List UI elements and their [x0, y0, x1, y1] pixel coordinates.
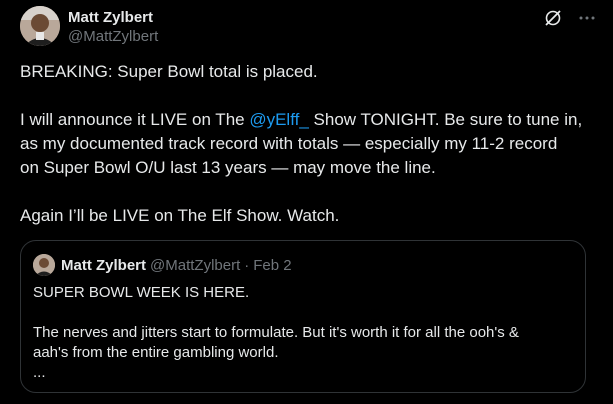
tweet: Matt Zylbert @MattZylbert BREAKING: Supe… [0, 0, 613, 404]
author-names: Matt Zylbert @MattZylbert [68, 8, 158, 47]
quoted-handle: @MattZylbert [150, 256, 241, 274]
quoted-avatar [33, 254, 55, 276]
avatar[interactable] [20, 6, 60, 46]
quoted-tweet-header: Matt Zylbert @MattZylbert · Feb 2 [33, 253, 573, 277]
tweet-header: Matt Zylbert @MattZylbert [16, 4, 597, 48]
tweet-line: BREAKING: Super Bowl total is placed. [20, 62, 318, 81]
quoted-line: aah's from the entire gambling world. [33, 344, 279, 361]
tweet-text: BREAKING: Super Bowl total is placed. I … [20, 60, 600, 228]
author-handle[interactable]: @MattZylbert [68, 27, 158, 47]
quoted-tweet[interactable]: Matt Zylbert @MattZylbert · Feb 2 SUPER … [20, 240, 586, 393]
quoted-tweet-text: SUPER BOWL WEEK IS HERE. The nerves and … [33, 283, 573, 383]
tweet-line: on Super Bowl O/U last 13 years — may mo… [20, 158, 436, 177]
quoted-line: ... [33, 364, 46, 381]
tweet-text-segment: I will announce it LIVE on The [20, 110, 250, 129]
tweet-actions [543, 8, 597, 28]
tweet-line: as my documented track record with total… [20, 134, 558, 153]
separator-dot: · [244, 256, 250, 274]
tweet-line: Again I’ll be LIVE on The Elf Show. Watc… [20, 206, 340, 225]
tweet-paragraph: I will announce it LIVE on The @yElff_ S… [20, 108, 600, 132]
author-display-name[interactable]: Matt Zylbert [68, 8, 158, 27]
quoted-display-name: Matt Zylbert [61, 256, 147, 274]
mention-link[interactable]: @yElff_ [249, 110, 308, 129]
quoted-line: SUPER BOWL WEEK IS HERE. [33, 284, 250, 301]
more-horizontal-icon[interactable] [577, 8, 597, 28]
quoted-line: The nerves and jitters start to formulat… [33, 324, 519, 341]
quoted-date: Feb 2 [253, 256, 292, 274]
tweet-text-segment: Show TONIGHT. Be sure to tune in, [308, 110, 583, 129]
grok-icon[interactable] [543, 8, 563, 28]
